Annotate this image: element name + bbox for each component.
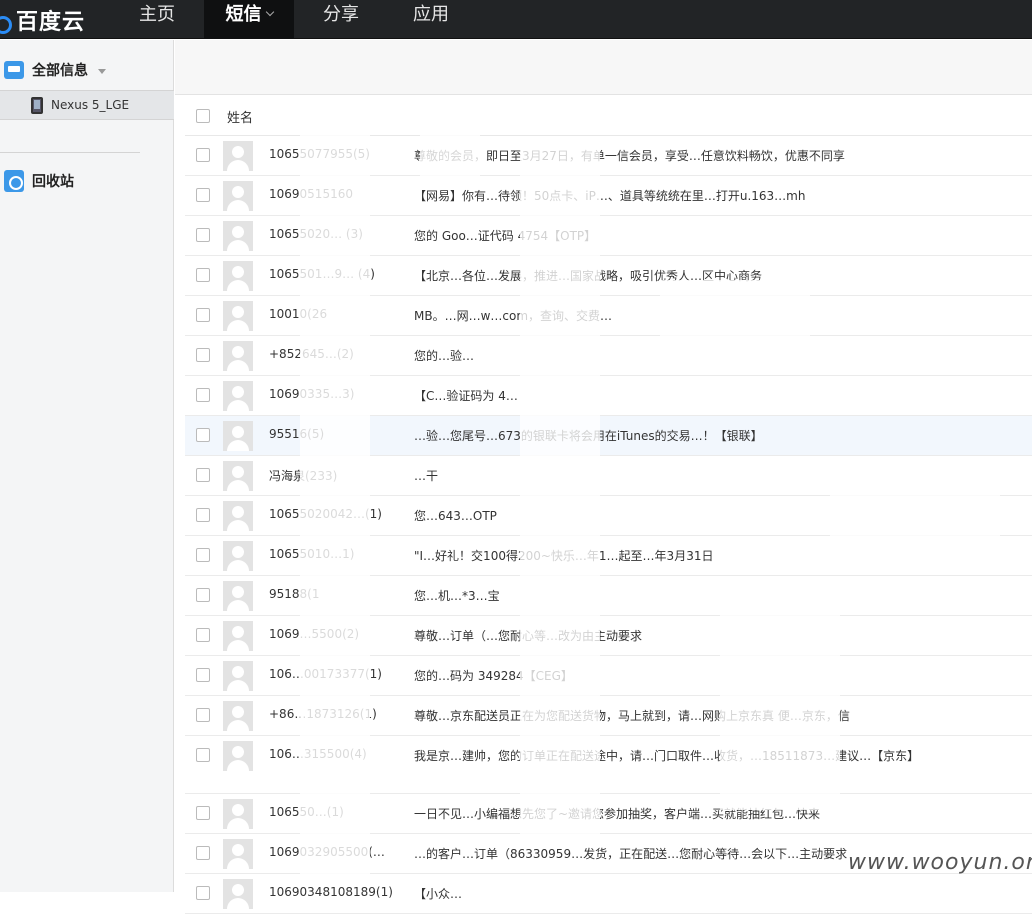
chevron-down-icon (265, 7, 274, 17)
nav-sms-label: 短信 (225, 4, 262, 25)
nav-apps[interactable]: 应用 (396, 0, 466, 39)
sidebar-item-trash[interactable]: 回收站 (0, 166, 174, 196)
avatar (223, 421, 253, 451)
row-checkbox[interactable] (196, 806, 210, 820)
select-all-checkbox[interactable] (196, 109, 210, 123)
redaction-overlay (720, 600, 840, 810)
top-navigation-bar: 百度云 主页 短信 分享 应用 (0, 0, 1032, 39)
message-preview: 尊敬的会员，即日至3月27日，有单一信会员，享受…任意饮料畅饮，优惠不同享 (414, 149, 845, 163)
sidebar-item-label: 全部信息 (32, 63, 88, 79)
avatar (223, 621, 253, 651)
avatar (223, 141, 253, 171)
row-checkbox[interactable] (196, 268, 210, 282)
message-preview: 【网易】你有…待领！50点卡、iP…、道具等统统在里…打开u.163…mh (414, 189, 806, 203)
row-checkbox[interactable] (196, 668, 210, 682)
row-checkbox[interactable] (196, 428, 210, 442)
row-checkbox[interactable] (196, 348, 210, 362)
avatar (223, 839, 253, 869)
message-icon (4, 61, 24, 79)
row-checkbox[interactable] (196, 628, 210, 642)
row-checkbox[interactable] (196, 228, 210, 242)
redaction-overlay (830, 480, 1000, 540)
avatar (223, 301, 253, 331)
sidebar-item-label: Nexus 5_LGE (51, 98, 130, 112)
column-header-name: 姓名 (227, 111, 254, 126)
watermark: www.wooyun.org (848, 850, 1032, 875)
row-checkbox[interactable] (196, 588, 210, 602)
avatar (223, 879, 253, 909)
message-preview: "I…好礼！交100得200~快乐…年1…起至…年3月31日 (414, 547, 1032, 565)
nav-share[interactable]: 分享 (306, 0, 376, 39)
logo-text: 百度云 (16, 9, 86, 35)
row-checkbox[interactable] (196, 188, 210, 202)
baidu-cloud-logo[interactable]: 百度云 (0, 0, 85, 39)
row-checkbox[interactable] (196, 748, 210, 762)
message-preview: 【小众… (414, 887, 463, 901)
avatar (223, 799, 253, 829)
redaction-overlay (420, 100, 480, 190)
phone-icon (31, 96, 43, 114)
avatar (223, 501, 253, 531)
row-checkbox[interactable] (196, 708, 210, 722)
row-checkbox[interactable] (196, 548, 210, 562)
avatar (223, 181, 253, 211)
dropdown-arrow-icon[interactable] (98, 68, 106, 74)
avatar (223, 461, 253, 491)
sidebar: 全部信息 Nexus 5_LGE 回收站 (0, 40, 174, 892)
avatar (223, 701, 253, 731)
recycle-bin-icon (4, 170, 24, 192)
row-checkbox[interactable] (196, 886, 210, 900)
redaction-overlay (520, 140, 600, 840)
avatar (223, 381, 253, 411)
message-preview: 【C…验证码为 4… (414, 389, 518, 403)
row-checkbox[interactable] (196, 148, 210, 162)
avatar (223, 221, 253, 251)
sidebar-divider (0, 152, 140, 153)
redaction-overlay (660, 280, 810, 350)
message-preview: 您的 Goo…证代码 4754【OTP】 (414, 229, 597, 243)
toolbar (175, 40, 1032, 95)
redaction-overlay (300, 120, 370, 880)
row-checkbox[interactable] (196, 468, 210, 482)
avatar (223, 661, 253, 691)
message-preview: …验…您尾号…673的银联卡将会用在iTunes的交易…！【银联】 (414, 427, 1032, 445)
sender-name: 10690348108189(1) (269, 885, 393, 899)
table-row[interactable]: 10690348108189(1) 【小众… (185, 874, 1032, 914)
cloud-logo-icon (0, 12, 12, 34)
avatar (223, 541, 253, 571)
row-checkbox[interactable] (196, 308, 210, 322)
sidebar-item-all-messages[interactable]: 全部信息 (0, 54, 174, 86)
row-checkbox[interactable] (196, 388, 210, 402)
row-checkbox[interactable] (196, 846, 210, 860)
avatar (223, 581, 253, 611)
sidebar-item-device[interactable]: Nexus 5_LGE (0, 90, 174, 120)
nav-home[interactable]: 主页 (122, 0, 192, 39)
avatar (223, 261, 253, 291)
avatar (223, 741, 253, 771)
sidebar-item-label: 回收站 (32, 174, 74, 190)
avatar (223, 341, 253, 371)
nav-sms[interactable]: 短信 (204, 0, 294, 39)
row-checkbox[interactable] (196, 508, 210, 522)
